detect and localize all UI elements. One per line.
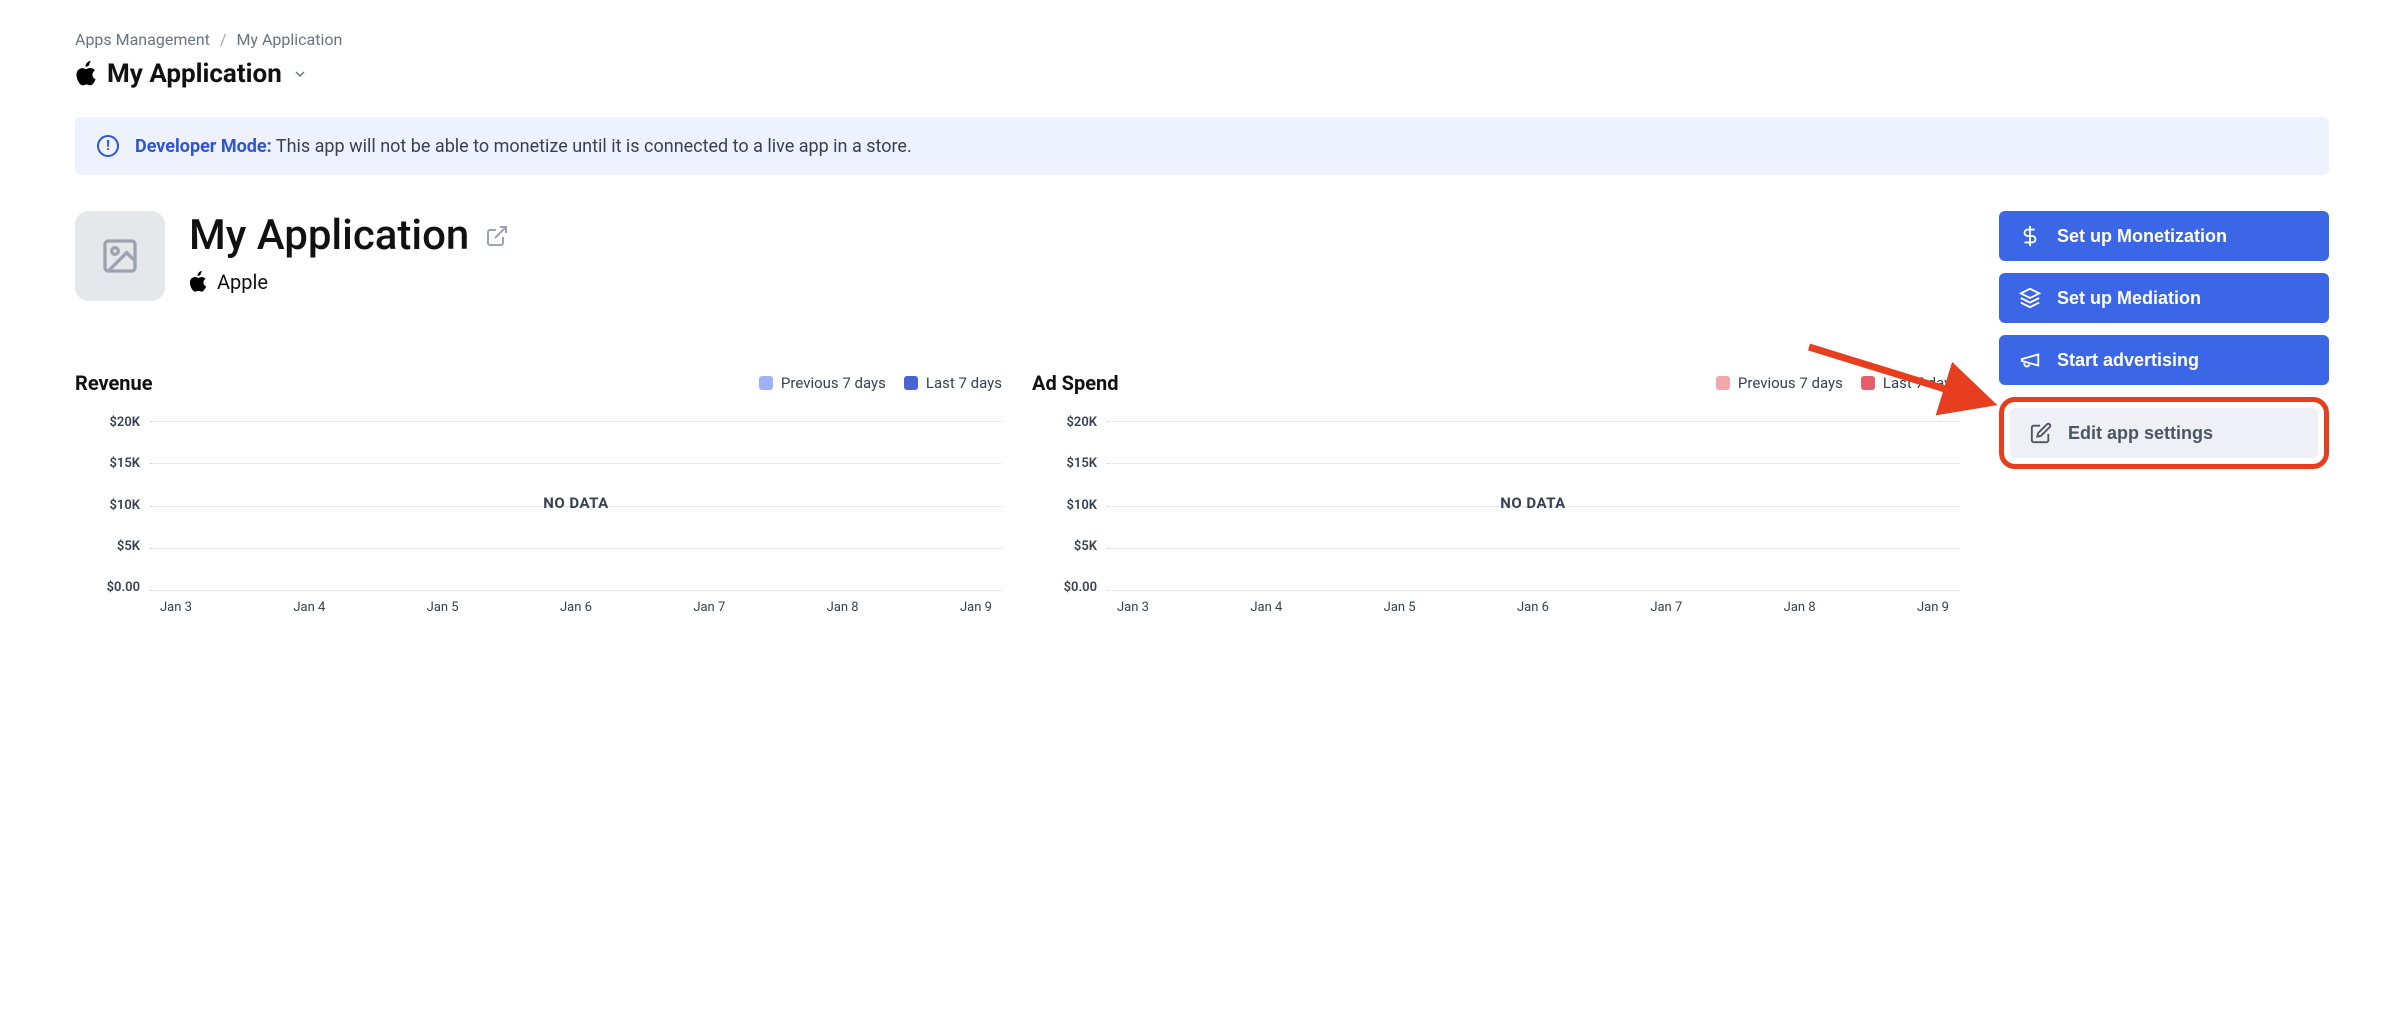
x-tick: Jan 3 xyxy=(1117,600,1149,615)
legend-revenue-prev: Previous 7 days xyxy=(759,374,886,392)
legend-label: Last 7 days xyxy=(926,374,1002,392)
x-tick: Jan 4 xyxy=(293,600,325,615)
x-tick: Jan 4 xyxy=(1250,600,1282,615)
chart-title-revenue: Revenue xyxy=(75,371,153,395)
set-up-mediation-button[interactable]: Set up Mediation xyxy=(1999,273,2329,323)
app-selector[interactable]: My Application xyxy=(75,59,308,89)
swatch-last xyxy=(904,376,918,390)
chart-revenue: Revenue Previous 7 days Last 7 days xyxy=(75,371,1002,615)
x-tick: Jan 6 xyxy=(1517,600,1549,615)
x-tick: Jan 3 xyxy=(160,600,192,615)
y-axis: $20K $15K $10K $5K $0.00 xyxy=(75,415,140,595)
chart-adspend: Ad Spend Previous 7 days Last 7 days xyxy=(1032,371,1959,615)
edit-app-settings-button[interactable]: Edit app settings xyxy=(2010,408,2318,458)
x-tick: Jan 8 xyxy=(1784,600,1816,615)
chart-title-adspend: Ad Spend xyxy=(1032,371,1119,395)
y-tick: $20K xyxy=(1032,415,1097,430)
button-label: Set up Monetization xyxy=(2057,226,2227,247)
megaphone-icon xyxy=(2019,349,2041,371)
y-axis: $20K $15K $10K $5K $0.00 xyxy=(1032,415,1097,595)
breadcrumb: Apps Management / My Application xyxy=(75,30,2329,49)
edit-icon xyxy=(2030,422,2052,444)
y-tick: $5K xyxy=(1032,539,1097,554)
x-tick: Jan 9 xyxy=(1917,600,1949,615)
action-panel: Set up Monetization Set up Mediation Sta… xyxy=(1999,211,2329,469)
x-tick: Jan 5 xyxy=(427,600,459,615)
external-link-icon[interactable] xyxy=(485,224,509,248)
button-label: Start advertising xyxy=(2057,350,2199,371)
highlight-edit-settings: Edit app settings xyxy=(1999,397,2329,469)
start-advertising-button[interactable]: Start advertising xyxy=(1999,335,2329,385)
breadcrumb-separator: / xyxy=(220,30,227,49)
developer-mode-banner: ! Developer Mode: This app will not be a… xyxy=(75,117,2329,175)
y-tick: $5K xyxy=(75,539,140,554)
y-tick: $20K xyxy=(75,415,140,430)
y-tick: $15K xyxy=(1032,456,1097,471)
legend-revenue-last: Last 7 days xyxy=(904,374,1002,392)
x-tick: Jan 9 xyxy=(960,600,992,615)
legend-label: Last 7 days xyxy=(1883,374,1959,392)
platform-row: Apple xyxy=(189,270,509,294)
app-icon-placeholder xyxy=(75,211,165,301)
legend-label: Previous 7 days xyxy=(781,374,886,392)
button-label: Edit app settings xyxy=(2068,423,2213,444)
apple-icon xyxy=(189,271,207,293)
breadcrumb-parent[interactable]: Apps Management xyxy=(75,30,210,49)
y-tick: $10K xyxy=(75,498,140,513)
x-tick: Jan 7 xyxy=(1650,600,1682,615)
y-tick: $10K xyxy=(1032,498,1097,513)
y-tick: $0.00 xyxy=(1032,580,1097,595)
x-tick: Jan 8 xyxy=(827,600,859,615)
image-placeholder-icon xyxy=(100,236,140,276)
chevron-down-icon xyxy=(292,66,308,82)
platform-name: Apple xyxy=(217,270,268,294)
no-data-label: NO DATA xyxy=(150,415,1002,591)
app-header: My Application Apple xyxy=(75,211,1959,301)
no-data-label: NO DATA xyxy=(1107,415,1959,591)
breadcrumb-current: My Application xyxy=(236,30,342,49)
x-tick: Jan 5 xyxy=(1384,600,1416,615)
swatch-prev xyxy=(1716,376,1730,390)
x-tick: Jan 6 xyxy=(560,600,592,615)
y-tick: $15K xyxy=(75,456,140,471)
banner-message: This app will not be able to monetize un… xyxy=(276,136,912,157)
layers-icon xyxy=(2019,287,2041,309)
apple-icon xyxy=(75,61,97,87)
swatch-last xyxy=(1861,376,1875,390)
banner-label: Developer Mode: xyxy=(135,136,272,157)
legend-label: Previous 7 days xyxy=(1738,374,1843,392)
set-up-monetization-button[interactable]: Set up Monetization xyxy=(1999,211,2329,261)
info-icon: ! xyxy=(97,135,119,157)
legend-adspend-last: Last 7 days xyxy=(1861,374,1959,392)
button-label: Set up Mediation xyxy=(2057,288,2201,309)
dollar-icon xyxy=(2019,225,2041,247)
x-axis: Jan 3 Jan 4 Jan 5 Jan 6 Jan 7 Jan 8 Jan … xyxy=(1107,600,1959,615)
x-axis: Jan 3 Jan 4 Jan 5 Jan 6 Jan 7 Jan 8 Jan … xyxy=(150,600,1002,615)
app-selector-name: My Application xyxy=(107,59,282,89)
legend-adspend-prev: Previous 7 days xyxy=(1716,374,1843,392)
swatch-prev xyxy=(759,376,773,390)
y-tick: $0.00 xyxy=(75,580,140,595)
app-title: My Application xyxy=(189,211,469,260)
x-tick: Jan 7 xyxy=(693,600,725,615)
